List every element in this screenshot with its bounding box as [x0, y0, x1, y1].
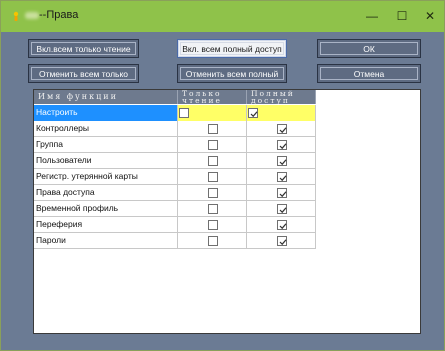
header-read-only: Только чтение	[178, 90, 247, 104]
full-access-checkbox[interactable]	[277, 172, 287, 182]
full-access-cell	[247, 105, 316, 121]
table-row[interactable]: Переферия	[34, 217, 316, 233]
read-only-cell	[178, 169, 247, 185]
full-access-checkbox[interactable]	[277, 188, 287, 198]
full-access-cell	[247, 185, 316, 201]
full-access-checkbox[interactable]	[277, 140, 287, 150]
checkmark-icon	[279, 159, 287, 166]
ok-button[interactable]: ОК	[317, 39, 421, 58]
close-icon: ✕	[424, 9, 436, 23]
checkmark-icon	[279, 223, 287, 230]
read-only-checkbox[interactable]	[208, 220, 218, 230]
read-only-cell	[178, 201, 247, 217]
full-access-cell	[247, 153, 316, 169]
table-row[interactable]: Пароли	[34, 233, 316, 249]
function-name-cell: Настроить	[34, 105, 178, 121]
read-only-checkbox[interactable]	[208, 188, 218, 198]
read-only-cell	[178, 233, 247, 249]
table-row[interactable]: Контроллеры	[34, 121, 316, 137]
full-access-cell	[247, 169, 316, 185]
function-name-cell: Пароли	[34, 233, 178, 249]
read-only-checkbox[interactable]	[208, 172, 218, 182]
permissions-grid[interactable]: Имя функции Только чтение Полный доступ …	[33, 89, 421, 334]
redacted-title-part	[25, 12, 39, 19]
function-name-cell: Пользователи	[34, 153, 178, 169]
full-access-cell	[247, 233, 316, 249]
header-function-name: Имя функции	[34, 90, 178, 104]
app-icon	[13, 11, 19, 21]
table-row[interactable]: Группа	[34, 137, 316, 153]
read-only-cell	[178, 121, 247, 137]
close-button[interactable]: ✕	[415, 5, 445, 27]
checkmark-icon	[279, 127, 287, 134]
read-only-checkbox[interactable]	[208, 204, 218, 214]
read-only-cell	[178, 217, 247, 233]
full-access-cell	[247, 217, 316, 233]
table-row[interactable]: Временной профиль	[34, 201, 316, 217]
header-full-access: Полный доступ	[247, 90, 316, 104]
function-name-cell: Группа	[34, 137, 178, 153]
full-access-checkbox[interactable]	[277, 156, 287, 166]
read-only-checkbox[interactable]	[179, 108, 189, 118]
function-name-cell: Переферия	[34, 217, 178, 233]
full-access-cell	[247, 137, 316, 153]
full-access-checkbox[interactable]	[277, 220, 287, 230]
function-name-cell: Права доступа	[34, 185, 178, 201]
read-only-checkbox[interactable]	[208, 156, 218, 166]
cancel-all-read-only-button[interactable]: Отменить всем только	[28, 64, 139, 83]
window-title: --Права	[39, 9, 79, 21]
read-only-cell	[178, 137, 247, 153]
checkmark-icon	[250, 111, 258, 118]
read-only-checkbox[interactable]	[208, 140, 218, 150]
function-name-cell: Регистр. утерянной карты	[34, 169, 178, 185]
table-row[interactable]: Регистр. утерянной карты	[34, 169, 316, 185]
cancel-all-full-access-button[interactable]: Отменить всем полный	[177, 64, 287, 83]
full-access-checkbox[interactable]	[277, 204, 287, 214]
title-bar[interactable]: --Права — ☐ ✕	[1, 1, 444, 32]
read-only-cell	[178, 105, 247, 121]
checkmark-icon	[279, 239, 287, 246]
read-only-cell	[178, 185, 247, 201]
function-name-cell: Временной профиль	[34, 201, 178, 217]
read-only-cell	[178, 153, 247, 169]
cancel-button[interactable]: Отмена	[317, 64, 421, 83]
checkmark-icon	[279, 175, 287, 182]
maximize-icon: ☐	[396, 9, 408, 23]
maximize-button[interactable]: ☐	[387, 5, 417, 27]
read-only-checkbox[interactable]	[208, 124, 218, 134]
table-row[interactable]: Пользователи	[34, 153, 316, 169]
function-name-cell: Контроллеры	[34, 121, 178, 137]
full-access-checkbox[interactable]	[248, 108, 258, 118]
checkmark-icon	[279, 191, 287, 198]
full-access-cell	[247, 201, 316, 217]
checkmark-icon	[279, 143, 287, 150]
enable-all-read-only-button[interactable]: Вкл.всем только чтение	[28, 39, 139, 58]
full-access-cell	[247, 121, 316, 137]
full-access-checkbox[interactable]	[277, 124, 287, 134]
table-row[interactable]: Настроить	[34, 105, 316, 121]
read-only-checkbox[interactable]	[208, 236, 218, 246]
full-access-checkbox[interactable]	[277, 236, 287, 246]
minimize-icon: —	[366, 9, 378, 23]
enable-all-full-access-button[interactable]: Вкл. всем полный доступ	[177, 39, 287, 58]
checkmark-icon	[279, 207, 287, 214]
permissions-window: --Права — ☐ ✕ Вкл.всем только чтение Вкл…	[0, 0, 445, 351]
minimize-button[interactable]: —	[357, 5, 387, 27]
table-row[interactable]: Права доступа	[34, 185, 316, 201]
